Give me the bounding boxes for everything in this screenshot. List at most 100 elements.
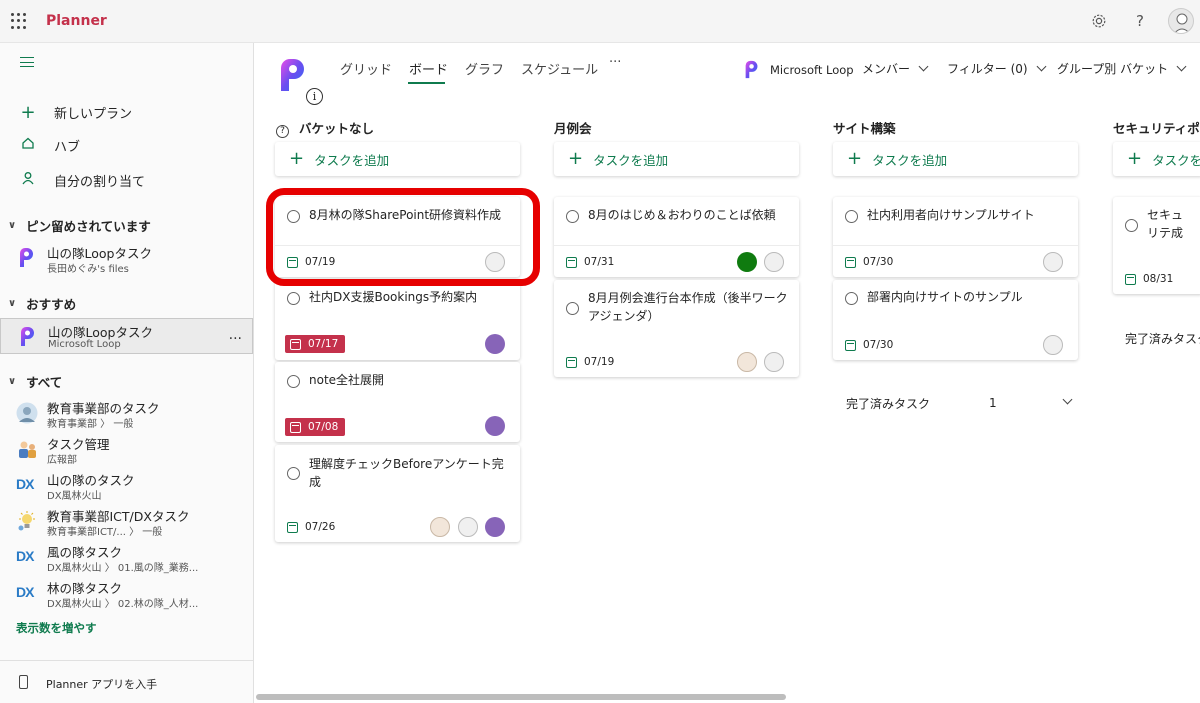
more-options-icon[interactable]: ... [229, 327, 242, 343]
user-avatar[interactable] [1168, 8, 1194, 34]
completed-count: 1 [989, 396, 997, 410]
chevron-down-icon: ∨ [8, 298, 17, 309]
plus-icon: + [289, 148, 305, 169]
assignee-avatar[interactable] [485, 416, 505, 436]
task-title: 8月のはじめ＆おわりのことば依頼 [588, 208, 776, 222]
plan-subtitle: 長田めぐみ's files [47, 264, 129, 275]
add-task-label: タスクを追加 [314, 152, 390, 168]
pinned-plan-item[interactable]: 山の隊Loopタスク 長田めぐみ's files [0, 240, 253, 276]
assignee-avatar[interactable] [458, 517, 478, 537]
task-title: 社内DX支援Bookings予約案内 [309, 290, 478, 304]
loop-link[interactable]: Microsoft Loop [742, 60, 854, 80]
calendar-icon [566, 256, 577, 268]
bucket-header: ? バケットなし [276, 118, 374, 138]
tab-schedule[interactable]: スケジュール [521, 59, 598, 78]
plan-item[interactable]: タスク管理 広報部 [0, 431, 253, 467]
nav-hub[interactable]: ハブ [0, 130, 254, 160]
due-date-overdue: 07/17 [285, 335, 346, 353]
recommended-plan-item[interactable]: 山の隊Loopタスク Microsoft Loop ... [0, 318, 253, 354]
task-card[interactable]: 社内DX支援Bookings予約案内 07/17 [275, 280, 520, 360]
bucket-header[interactable]: サイト構築 [833, 118, 896, 137]
tab-chart[interactable]: グラフ [465, 59, 504, 78]
complete-task-checkbox[interactable] [287, 375, 300, 388]
complete-task-checkbox[interactable] [287, 467, 300, 480]
plan-item[interactable]: 教育事業部ICT/DXタスク 教育事業部ICT/... 〉 一般 [0, 503, 253, 539]
section-title: ピン留めされています [26, 219, 151, 234]
loop-icon [16, 247, 38, 269]
task-title: 8月月例会進行台本作成（後半ワークアジェンダ） [588, 291, 788, 323]
assignee-avatar[interactable] [485, 334, 505, 354]
plan-subtitle: 教育事業部ICT/... 〉 一般 [47, 527, 163, 538]
app-name[interactable]: Planner [46, 13, 107, 29]
group-by-dropdown[interactable]: グループ別 バケット [1057, 60, 1187, 77]
section-all[interactable]: ∨ すべて [8, 372, 62, 391]
complete-task-checkbox[interactable] [566, 302, 579, 315]
assignee-avatar[interactable] [764, 252, 784, 272]
complete-task-checkbox[interactable] [1125, 219, 1138, 232]
plan-item[interactable]: DX 林の隊タスク DX風林火山 〉 02.林の隊_人材... [0, 575, 253, 611]
settings-icon[interactable] [1089, 11, 1109, 31]
get-app-link[interactable]: Planner アプリを入手 [0, 660, 253, 703]
card-divider [554, 245, 799, 246]
task-card[interactable]: 8月のはじめ＆おわりのことば依頼 07/31 [554, 197, 799, 277]
add-task-button[interactable]: + タスクを追加 [833, 142, 1078, 176]
completed-label: 完了済みタスク [846, 397, 931, 411]
plan-item[interactable]: DX 風の隊タスク DX風林火山 〉 01.風の隊_業務... [0, 539, 253, 575]
chevron-down-icon: ∨ [8, 376, 17, 387]
info-icon[interactable]: i [306, 88, 323, 105]
nav-my-assignments[interactable]: 自分の割り当て [0, 165, 254, 195]
app-launcher-icon[interactable] [11, 13, 27, 29]
tab-grid[interactable]: グリッド [340, 59, 392, 78]
task-card[interactable]: note全社展開 07/08 [275, 362, 520, 442]
completed-tasks-toggle[interactable]: 完了済みタスク [846, 395, 930, 412]
add-task-button[interactable]: + タスクを追加 [554, 142, 799, 176]
task-card[interactable]: 8月月例会進行台本作成（後半ワークアジェンダ） 07/19 [554, 280, 799, 377]
calendar-icon [290, 421, 301, 433]
members-dropdown[interactable]: メンバー [862, 60, 929, 77]
filter-dropdown[interactable]: フィルター (0) [947, 60, 1047, 77]
help-icon[interactable]: ? [1130, 11, 1150, 31]
assignee-avatar[interactable] [1043, 335, 1063, 355]
plan-item[interactable]: 教育事業部のタスク 教育事業部 〉 一般 [0, 395, 253, 431]
section-pinned[interactable]: ∨ ピン留めされています [8, 216, 151, 235]
assignee-avatar[interactable] [737, 352, 757, 372]
assignee-avatar[interactable] [737, 252, 757, 272]
due-date-text: 07/30 [863, 339, 894, 351]
assignee-avatar[interactable] [764, 352, 784, 372]
bucket-header[interactable]: セキュリティポリ [1113, 118, 1200, 137]
complete-task-checkbox[interactable] [845, 292, 858, 305]
tab-board[interactable]: ボード [409, 59, 448, 78]
complete-task-checkbox[interactable] [845, 210, 858, 223]
chevron-down-icon[interactable] [1054, 392, 1073, 406]
plus-icon: + [847, 148, 863, 169]
dx-icon: DX [16, 476, 34, 492]
assignee-avatar[interactable] [1043, 252, 1063, 272]
show-more-link[interactable]: 表示数を増やす [16, 620, 97, 636]
complete-task-checkbox[interactable] [287, 292, 300, 305]
horizontal-scrollbar[interactable] [256, 694, 786, 700]
assignee-avatar[interactable] [430, 517, 450, 537]
task-title: 社内利用者向けサンプルサイト [867, 208, 1035, 222]
calendar-icon [287, 521, 298, 533]
plan-item[interactable]: DX 山の隊のタスク DX風林火山 [0, 467, 253, 503]
group-by-label: グループ別 バケット [1057, 62, 1169, 76]
chevron-down-icon [1036, 61, 1047, 72]
assignee-avatar[interactable] [485, 517, 505, 537]
add-task-button[interactable]: + タスクを追加 [275, 142, 520, 176]
task-card[interactable]: 部署内向けサイトのサンプル 07/30 [833, 280, 1078, 360]
plan-loop-logo [276, 57, 312, 93]
more-tabs-button[interactable]: ··· [609, 55, 621, 70]
complete-task-checkbox[interactable] [566, 210, 579, 223]
task-card[interactable]: セキュリテ成 08/31 [1113, 197, 1200, 294]
task-card[interactable]: 社内利用者向けサンプルサイト 07/30 [833, 197, 1078, 277]
bucket-header[interactable]: 月例会 [554, 118, 592, 137]
help-circle-icon[interactable]: ? [276, 125, 289, 138]
section-recommended[interactable]: ∨ おすすめ [8, 294, 76, 313]
plus-icon: + [568, 148, 584, 169]
completed-tasks-toggle[interactable]: 完了済みタスク [1125, 330, 1200, 347]
nav-new-plan[interactable]: + 新しいプラン [0, 97, 254, 127]
add-task-button[interactable]: + タスクを [1113, 142, 1200, 176]
hamburger-menu-icon[interactable] [20, 57, 34, 67]
plan-subtitle: 教育事業部 〉 一般 [47, 419, 134, 430]
task-card[interactable]: 理解度チェックBeforeアンケート完成 07/26 [275, 445, 520, 542]
